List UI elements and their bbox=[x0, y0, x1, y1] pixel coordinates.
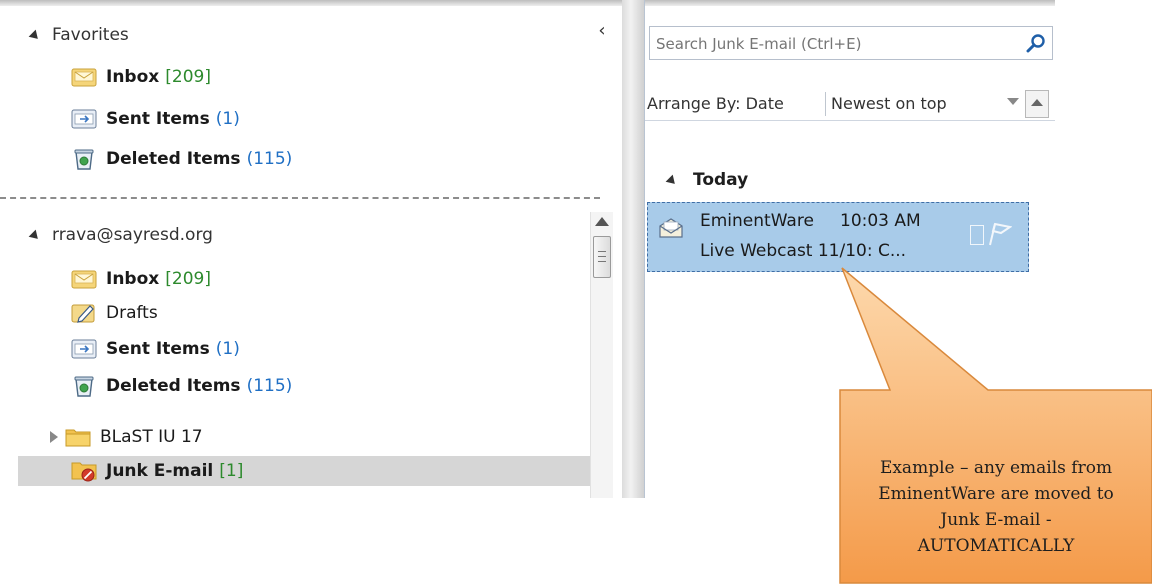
expand-triangle-icon bbox=[28, 229, 42, 243]
folder-name: Deleted Items bbox=[106, 376, 241, 396]
folder-name: Sent Items bbox=[106, 109, 210, 129]
expand-triangle-icon bbox=[28, 29, 42, 43]
callout-text-box: Example – any emails from EminentWare ar… bbox=[840, 423, 1152, 583]
folder-scrollbar[interactable] bbox=[590, 212, 613, 498]
navigation-pane: ‹ Favorites Inbox [209] Sent Items (1) D… bbox=[0, 0, 622, 498]
item-count: (115) bbox=[246, 149, 293, 169]
pane-splitter[interactable] bbox=[622, 0, 644, 498]
folder-name: BLaST IU 17 bbox=[100, 427, 203, 447]
section-separator bbox=[0, 197, 600, 199]
account-item-inbox[interactable]: Inbox [209] bbox=[70, 264, 211, 294]
unread-count: [209] bbox=[165, 269, 211, 289]
folder-name: Drafts bbox=[106, 303, 158, 323]
pane-top-border bbox=[0, 0, 622, 6]
favorites-item-inbox[interactable]: Inbox [209] bbox=[70, 62, 211, 92]
favorites-item-sent-items[interactable]: Sent Items (1) bbox=[70, 104, 240, 134]
account-title: rrava@sayresd.org bbox=[52, 225, 213, 245]
message-sender: EminentWare bbox=[700, 211, 814, 231]
expand-triangle-icon bbox=[665, 174, 679, 188]
list-scroll-up-button[interactable] bbox=[1025, 90, 1049, 118]
collapsed-triangle-icon[interactable] bbox=[50, 431, 58, 443]
scroll-up-arrow-icon bbox=[1031, 99, 1043, 106]
folder-name: Deleted Items bbox=[106, 149, 241, 169]
account-item-blast-iu-17[interactable]: BLaST IU 17 bbox=[50, 422, 203, 452]
drafts-icon bbox=[70, 301, 98, 325]
arrange-bar: Arrange By: Date Newest on top bbox=[645, 88, 1055, 121]
favorites-header[interactable]: Favorites bbox=[28, 22, 129, 48]
item-count: (1) bbox=[215, 109, 240, 129]
pane-top-border bbox=[645, 0, 1055, 6]
date-group-header[interactable]: Today bbox=[665, 166, 749, 194]
folder-name: Inbox bbox=[106, 269, 160, 289]
junk-email-icon bbox=[70, 459, 98, 483]
search-input[interactable] bbox=[654, 30, 998, 58]
folder-icon bbox=[64, 425, 92, 449]
envelope-icon bbox=[659, 218, 683, 238]
item-count: (115) bbox=[246, 376, 293, 396]
deleted-items-icon bbox=[70, 147, 98, 171]
date-group-label: Today bbox=[693, 170, 749, 190]
item-count: (1) bbox=[215, 339, 240, 359]
account-header[interactable]: rrava@sayresd.org bbox=[28, 222, 213, 248]
folder-name: Inbox bbox=[106, 67, 160, 87]
category-box[interactable] bbox=[970, 225, 984, 245]
folder-name: Junk E-mail bbox=[106, 461, 214, 481]
arrange-by-button[interactable]: Arrange By: Date bbox=[647, 88, 784, 120]
dropdown-arrow-icon[interactable] bbox=[1007, 98, 1019, 105]
deleted-items-icon bbox=[70, 374, 98, 398]
unread-count: [1] bbox=[219, 461, 244, 481]
account-item-junk-email[interactable]: Junk E-mail [1] bbox=[18, 456, 590, 486]
account-item-deleted-items[interactable]: Deleted Items (115) bbox=[70, 371, 292, 401]
scroll-up-arrow-icon[interactable] bbox=[595, 217, 609, 226]
search-icon[interactable] bbox=[1026, 33, 1046, 53]
message-row[interactable]: EminentWare 10:03 AM Live Webcast 11/10:… bbox=[647, 202, 1029, 272]
scroll-thumb[interactable] bbox=[593, 236, 611, 278]
favorites-title: Favorites bbox=[52, 25, 129, 45]
search-box[interactable] bbox=[649, 26, 1053, 60]
sent-items-icon bbox=[70, 107, 98, 131]
callout-text: Example – any emails from EminentWare ar… bbox=[878, 458, 1114, 556]
folder-name: Sent Items bbox=[106, 339, 210, 359]
inbox-icon bbox=[70, 267, 98, 291]
sort-order-button[interactable]: Newest on top bbox=[831, 88, 947, 120]
collapse-pane-button[interactable]: ‹ bbox=[594, 22, 610, 40]
sent-items-icon bbox=[70, 337, 98, 361]
account-item-sent-items[interactable]: Sent Items (1) bbox=[70, 334, 240, 364]
arrange-separator bbox=[825, 92, 826, 116]
account-item-drafts[interactable]: Drafts bbox=[70, 298, 158, 328]
message-subject: Live Webcast 11/10: C... bbox=[700, 241, 907, 261]
favorites-item-deleted-items[interactable]: Deleted Items (115) bbox=[70, 144, 292, 174]
inbox-icon bbox=[70, 65, 98, 89]
message-time: 10:03 AM bbox=[840, 211, 921, 231]
unread-count: [209] bbox=[165, 67, 211, 87]
flag-icon[interactable] bbox=[986, 221, 1012, 247]
